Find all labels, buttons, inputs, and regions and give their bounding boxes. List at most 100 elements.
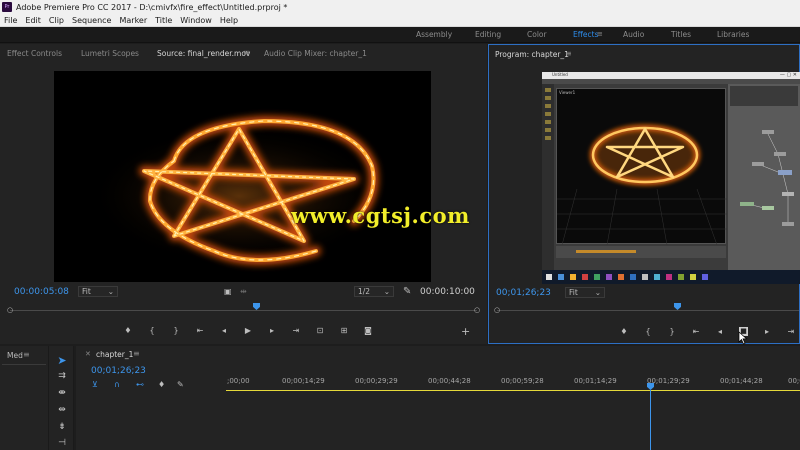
workspace-menu-icon[interactable]: ≡: [597, 30, 603, 38]
button-editor-plus-icon[interactable]: +: [461, 325, 470, 338]
inner-node-graph: [728, 84, 800, 270]
tab-lumetri-scopes[interactable]: Lumetri Scopes: [81, 49, 139, 58]
ruler-tick-label: 00;00;44;28: [428, 377, 471, 385]
source-resolution-dropdown[interactable]: 1/2 ⌄: [354, 286, 394, 297]
tab-effect-controls[interactable]: Effect Controls: [7, 49, 62, 58]
scrub-start-handle[interactable]: ○: [494, 306, 500, 314]
tab-audio-clip-mixer[interactable]: Audio Clip Mixer: chapter_1: [264, 49, 367, 58]
workspace-effects[interactable]: Effects: [573, 30, 599, 39]
mouse-cursor-icon: [738, 331, 748, 345]
source-playhead[interactable]: [253, 303, 260, 310]
track-select-tool-icon[interactable]: ⇉: [55, 371, 69, 381]
workspace-titles[interactable]: Titles: [671, 30, 691, 39]
scrub-end-handle[interactable]: ○: [474, 306, 480, 314]
step-back-icon[interactable]: ◂: [715, 327, 725, 336]
premiere-app-icon: Pr: [2, 2, 12, 12]
tab-program-monitor[interactable]: Program: chapter_1: [495, 50, 569, 59]
program-playhead-timecode[interactable]: 00;01;26;23: [496, 288, 551, 298]
step-forward-icon[interactable]: ▸: [267, 326, 277, 335]
inner-viewer-timeline: [556, 246, 726, 258]
workspace-audio[interactable]: Audio: [623, 30, 644, 39]
workspace-assembly[interactable]: Assembly: [416, 30, 452, 39]
close-sequence-icon[interactable]: ✕: [85, 350, 91, 358]
program-scrub-bar[interactable]: [497, 310, 799, 311]
program-playhead[interactable]: [674, 303, 681, 310]
menu-clip[interactable]: Clip: [49, 16, 64, 25]
go-to-out-icon[interactable]: ⇥: [291, 326, 301, 335]
scrub-start-handle[interactable]: ○: [7, 306, 13, 314]
source-fit-dropdown[interactable]: Fit ⌄: [78, 286, 118, 297]
media-tab-label[interactable]: Med: [7, 351, 23, 360]
ruler-tick-label: 00;01;44;28: [720, 377, 763, 385]
fire-pentagram-image: [89, 116, 389, 266]
menu-title[interactable]: Title: [155, 16, 172, 25]
camera-export-frame-icon[interactable]: ◙: [363, 326, 373, 335]
drag-video-only-icon[interactable]: ▣: [224, 287, 232, 296]
source-video-frame[interactable]: [54, 71, 431, 282]
selection-tool-icon[interactable]: ➤: [55, 354, 69, 367]
source-fit-value: Fit: [82, 287, 91, 296]
go-to-in-icon[interactable]: ⇤: [691, 327, 701, 336]
snap-magnet-icon[interactable]: ∩: [114, 380, 120, 389]
step-forward-icon[interactable]: ▸: [762, 327, 772, 336]
step-back-icon[interactable]: ◂: [219, 326, 229, 335]
ruler-tick-label: 00;01;14;29: [574, 377, 617, 385]
add-marker-icon[interactable]: ♦: [619, 327, 629, 336]
tab-sequence[interactable]: chapter_1: [96, 350, 133, 359]
go-to-out-icon[interactable]: ⇥: [786, 327, 796, 336]
fire-pentagram-thumbnail: [557, 125, 727, 246]
menu-edit[interactable]: Edit: [25, 16, 41, 25]
timeline-settings-wrench-icon[interactable]: ✎: [177, 380, 184, 389]
window-title: Adobe Premiere Pro CC 2017 - D:\cmivfx\f…: [16, 2, 288, 12]
menu-marker[interactable]: Marker: [119, 16, 147, 25]
program-monitor-panel: Program: chapter_1 ≡ Untitled — ▢ ✕ View…: [488, 44, 800, 345]
program-video-frame[interactable]: Untitled — ▢ ✕ Viewer1: [542, 72, 800, 284]
menu-sequence[interactable]: Sequence: [72, 16, 111, 25]
linked-selection-icon[interactable]: ⊷: [136, 380, 144, 389]
rolling-edit-tool-icon[interactable]: ⇹: [55, 405, 69, 415]
program-fit-dropdown[interactable]: Fit ⌄: [565, 287, 605, 298]
inner-taskbar: [542, 270, 800, 284]
ripple-edit-tool-icon[interactable]: ⇼: [55, 388, 69, 398]
timeline-playhead-timecode[interactable]: 00;01;26;23: [91, 366, 146, 376]
add-marker-icon[interactable]: ♦: [123, 326, 133, 335]
tools-panel: ➤ ⇉ ⇼ ⇹ ⇟ ⊣: [48, 346, 74, 450]
workspace-editing[interactable]: Editing: [475, 30, 501, 39]
menu-help[interactable]: Help: [220, 16, 238, 25]
go-to-in-icon[interactable]: ⇤: [195, 326, 205, 335]
media-tab-menu-icon[interactable]: ≡: [23, 350, 30, 359]
tab-source-monitor[interactable]: Source: final_render.mov: [157, 49, 250, 58]
mark-out-icon[interactable]: }: [667, 327, 677, 336]
play-icon[interactable]: ▶: [243, 326, 253, 335]
mark-out-icon[interactable]: }: [171, 326, 181, 335]
menu-window[interactable]: Window: [180, 16, 212, 25]
menu-file[interactable]: File: [4, 16, 17, 25]
mark-in-icon[interactable]: {: [643, 327, 653, 336]
nest-sequence-icon[interactable]: ⊻: [92, 380, 98, 389]
add-marker-icon[interactable]: ♦: [158, 380, 165, 389]
inner-window-controls-icon: — ▢ ✕: [779, 72, 797, 78]
timeline-playhead-line[interactable]: [650, 390, 651, 450]
mark-in-icon[interactable]: {: [147, 326, 157, 335]
source-tab-menu-icon[interactable]: ≡: [243, 48, 250, 57]
program-tab-menu-icon[interactable]: ≡: [565, 49, 572, 58]
insert-icon[interactable]: ⊡: [315, 326, 325, 335]
source-duration-timecode: 00:00:10:00: [420, 287, 475, 297]
ruler-tick-label: ;00;00: [227, 377, 250, 385]
work-area-bar[interactable]: [226, 390, 800, 391]
title-bar: Pr Adobe Premiere Pro CC 2017 - D:\cmivf…: [0, 0, 800, 14]
drag-audio-only-icon[interactable]: ⇹: [240, 287, 247, 296]
ruler-tick-label: 00;0: [788, 377, 800, 385]
razor-tool-icon[interactable]: ⊣: [55, 438, 69, 448]
settings-wrench-icon[interactable]: ✎: [403, 286, 411, 297]
timeline-panel: ✕ chapter_1 ≡ 00;01;26;23 ⊻ ∩ ⊷ ♦ ✎ ;00;…: [76, 346, 800, 450]
slip-tool-icon[interactable]: ⇟: [55, 422, 69, 432]
sequence-tab-menu-icon[interactable]: ≡: [133, 349, 140, 358]
source-playhead-timecode[interactable]: 00:00:05:08: [14, 287, 69, 297]
overwrite-icon[interactable]: ⊞: [339, 326, 349, 335]
media-browser-panel: Med ≡: [0, 346, 48, 450]
source-tab-row: Effect Controls Lumetri Scopes Source: f…: [0, 44, 487, 62]
source-scrub-bar[interactable]: [10, 310, 477, 311]
workspace-color[interactable]: Color: [527, 30, 547, 39]
workspace-libraries[interactable]: Libraries: [717, 30, 749, 39]
